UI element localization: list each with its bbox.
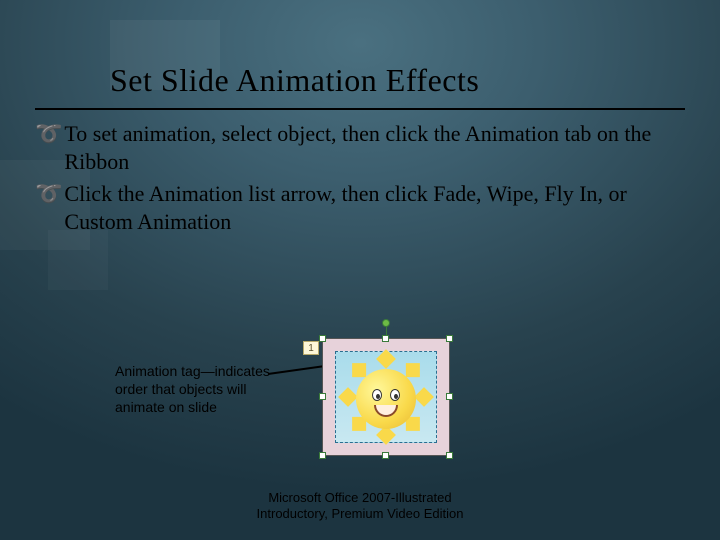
slide-footer: Microsoft Office 2007-Illustrated Introd… bbox=[0, 490, 720, 522]
title-underline bbox=[35, 108, 685, 110]
resize-handle-icon bbox=[319, 452, 326, 459]
resize-handle-icon bbox=[319, 335, 326, 342]
selected-object-frame: 1 bbox=[322, 338, 450, 456]
list-item-text: To set animation, select object, then cl… bbox=[64, 120, 685, 176]
resize-handle-icon bbox=[446, 335, 453, 342]
resize-handle-icon bbox=[319, 393, 326, 400]
bullet-list: ➰ To set animation, select object, then … bbox=[35, 120, 685, 240]
list-item-text: Click the Animation list arrow, then cli… bbox=[64, 180, 685, 236]
slide-title: Set Slide Animation Effects bbox=[110, 62, 479, 99]
clipart-sun-image bbox=[335, 351, 437, 443]
footer-line: Microsoft Office 2007-Illustrated bbox=[0, 490, 720, 506]
resize-handle-icon bbox=[446, 452, 453, 459]
resize-handle-icon bbox=[382, 335, 389, 342]
swirl-bullet-icon: ➰ bbox=[35, 120, 62, 148]
animation-order-tag: 1 bbox=[303, 341, 319, 355]
footer-line: Introductory, Premium Video Edition bbox=[0, 506, 720, 522]
swirl-bullet-icon: ➰ bbox=[35, 180, 62, 208]
callout-text: Animation tag—indicates order that objec… bbox=[115, 362, 275, 416]
list-item: ➰ To set animation, select object, then … bbox=[35, 120, 685, 176]
list-item: ➰ Click the Animation list arrow, then c… bbox=[35, 180, 685, 236]
resize-handle-icon bbox=[382, 452, 389, 459]
resize-handle-icon bbox=[446, 393, 453, 400]
